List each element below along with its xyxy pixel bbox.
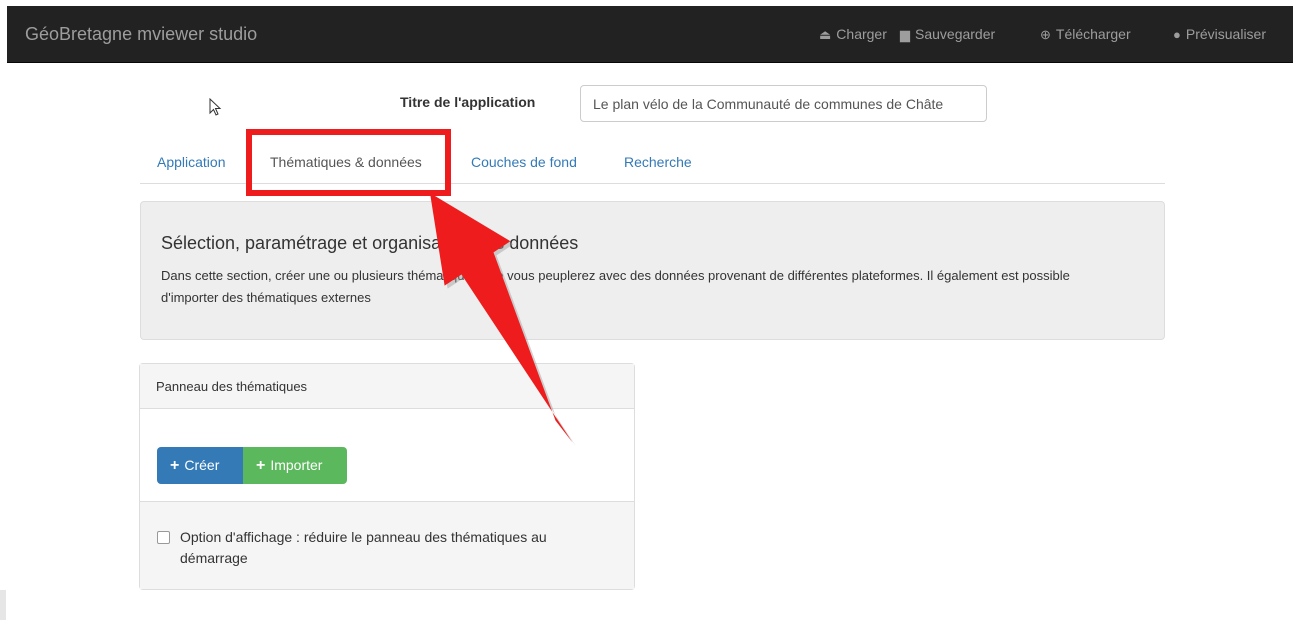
tab-application[interactable]: Application: [157, 154, 226, 170]
telecharger-button[interactable]: ⊕ Télécharger: [1040, 26, 1131, 43]
option-label: Option d'affichage : réduire le panneau …: [180, 529, 547, 566]
plus-icon: +: [170, 457, 180, 474]
tab-couches-de-fond[interactable]: Couches de fond: [471, 154, 577, 170]
tab-recherche[interactable]: Recherche: [624, 154, 692, 170]
app-brand[interactable]: GéoBretagne mviewer studio: [25, 24, 257, 45]
download-circle-icon: ⊕: [1040, 27, 1051, 42]
sauvegarder-button[interactable]: ▆ Sauvegarder: [900, 26, 995, 43]
panel-title: Panneau des thématiques: [156, 379, 308, 394]
globe-icon: ●: [1173, 27, 1181, 42]
top-navbar: GéoBretagne mviewer studio ⏏ Charger ▆ Sau…: [7, 6, 1293, 63]
section-description: Dans cette section, créer une ou plusieu…: [161, 268, 1070, 305]
panel-heading: Panneau des thématiques: [140, 364, 634, 409]
creer-label: Créer: [184, 457, 220, 473]
previsualiser-button[interactable]: ● Prévisualiser: [1173, 26, 1266, 42]
floppy-disk-icon: ▆: [900, 27, 910, 42]
panel-footer: Option d'affichage : réduire le panneau …: [140, 501, 634, 589]
collapse-panel-checkbox[interactable]: [157, 531, 170, 544]
section-title: Sélection, paramétrage et organisation d…: [161, 233, 579, 253]
section-intro: Sélection, paramétrage et organisation d…: [140, 201, 1165, 340]
importer-label: Importer: [270, 457, 323, 473]
annotation-highlight-box: [246, 129, 451, 196]
creer-button[interactable]: + Créer: [157, 447, 243, 484]
charger-button[interactable]: ⏏ Charger: [819, 26, 887, 43]
page-edge: [0, 590, 6, 620]
charger-label: Charger: [836, 26, 887, 42]
telecharger-label: Télécharger: [1055, 26, 1131, 42]
upload-icon: ⏏: [819, 27, 832, 42]
app-title-input[interactable]: [580, 85, 987, 122]
sauvegarder-label: Sauvegarder: [915, 26, 996, 42]
app-title-label: Titre de l'application: [400, 94, 536, 110]
importer-button[interactable]: + Importer: [243, 447, 347, 484]
thematiques-panel: Panneau des thématiques + Créer + Importer…: [139, 363, 635, 590]
plus-icon: +: [256, 457, 266, 474]
previsualiser-label: Prévisualiser: [1185, 26, 1266, 42]
mouse-cursor-icon: [209, 98, 222, 116]
